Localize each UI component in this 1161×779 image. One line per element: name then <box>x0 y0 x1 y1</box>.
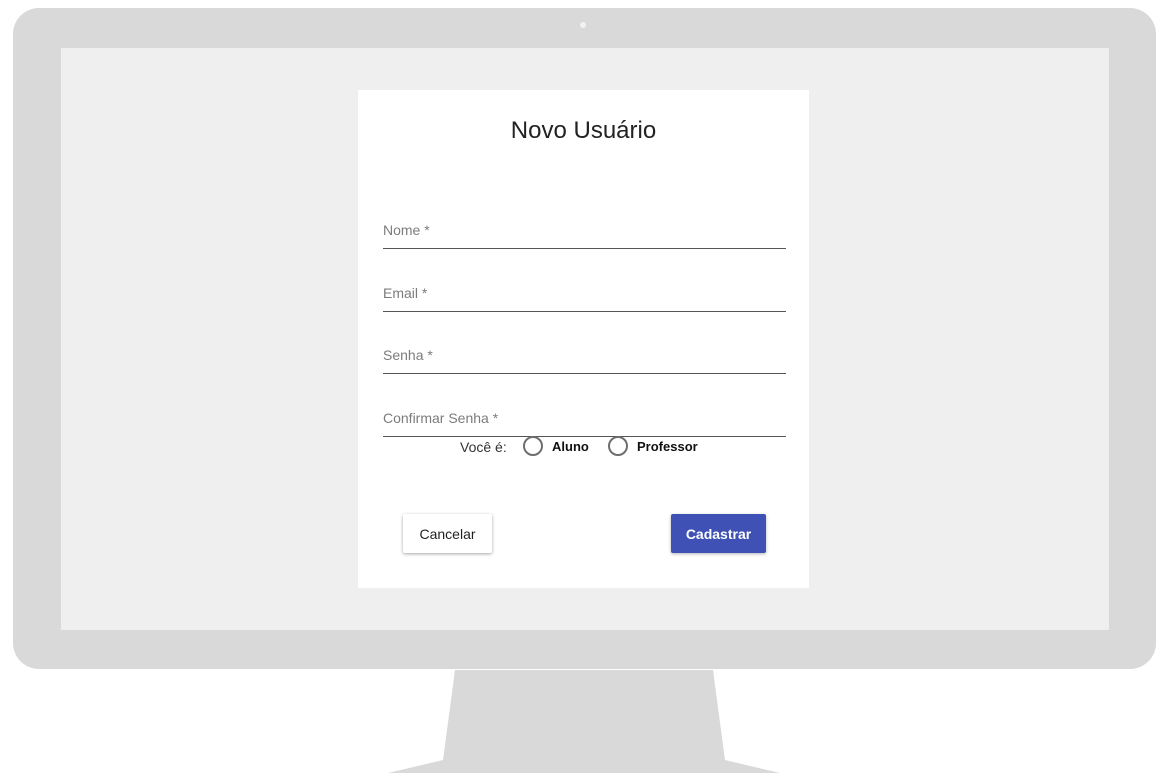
name-field[interactable] <box>383 212 786 249</box>
role-label: Você é: <box>460 439 507 455</box>
form-title: Novo Usuário <box>510 117 657 144</box>
email-field[interactable] <box>383 275 786 312</box>
signup-card: Novo Usuário Você é: Aluno Professor Can… <box>358 90 809 588</box>
radio-circle-icon[interactable] <box>608 436 628 456</box>
radio-professor[interactable]: Professor <box>608 434 698 458</box>
name-input[interactable] <box>383 212 786 248</box>
password-input[interactable] <box>383 337 786 373</box>
webcam-dot <box>580 22 586 28</box>
password-field[interactable] <box>383 337 786 374</box>
radio-aluno-label[interactable]: Aluno <box>552 439 589 454</box>
confirm-password-field[interactable] <box>383 400 786 437</box>
submit-button[interactable]: Cadastrar <box>671 514 766 553</box>
radio-circle-icon[interactable] <box>523 436 543 456</box>
cancel-button[interactable]: Cancelar <box>403 514 492 553</box>
radio-aluno[interactable]: Aluno <box>523 434 589 458</box>
screen: Novo Usuário Você é: Aluno Professor Can… <box>61 48 1109 630</box>
confirm-password-input[interactable] <box>383 400 786 436</box>
radio-professor-label[interactable]: Professor <box>637 439 698 454</box>
role-radio-group: Você é: Aluno Professor <box>358 434 809 460</box>
email-input[interactable] <box>383 275 786 311</box>
